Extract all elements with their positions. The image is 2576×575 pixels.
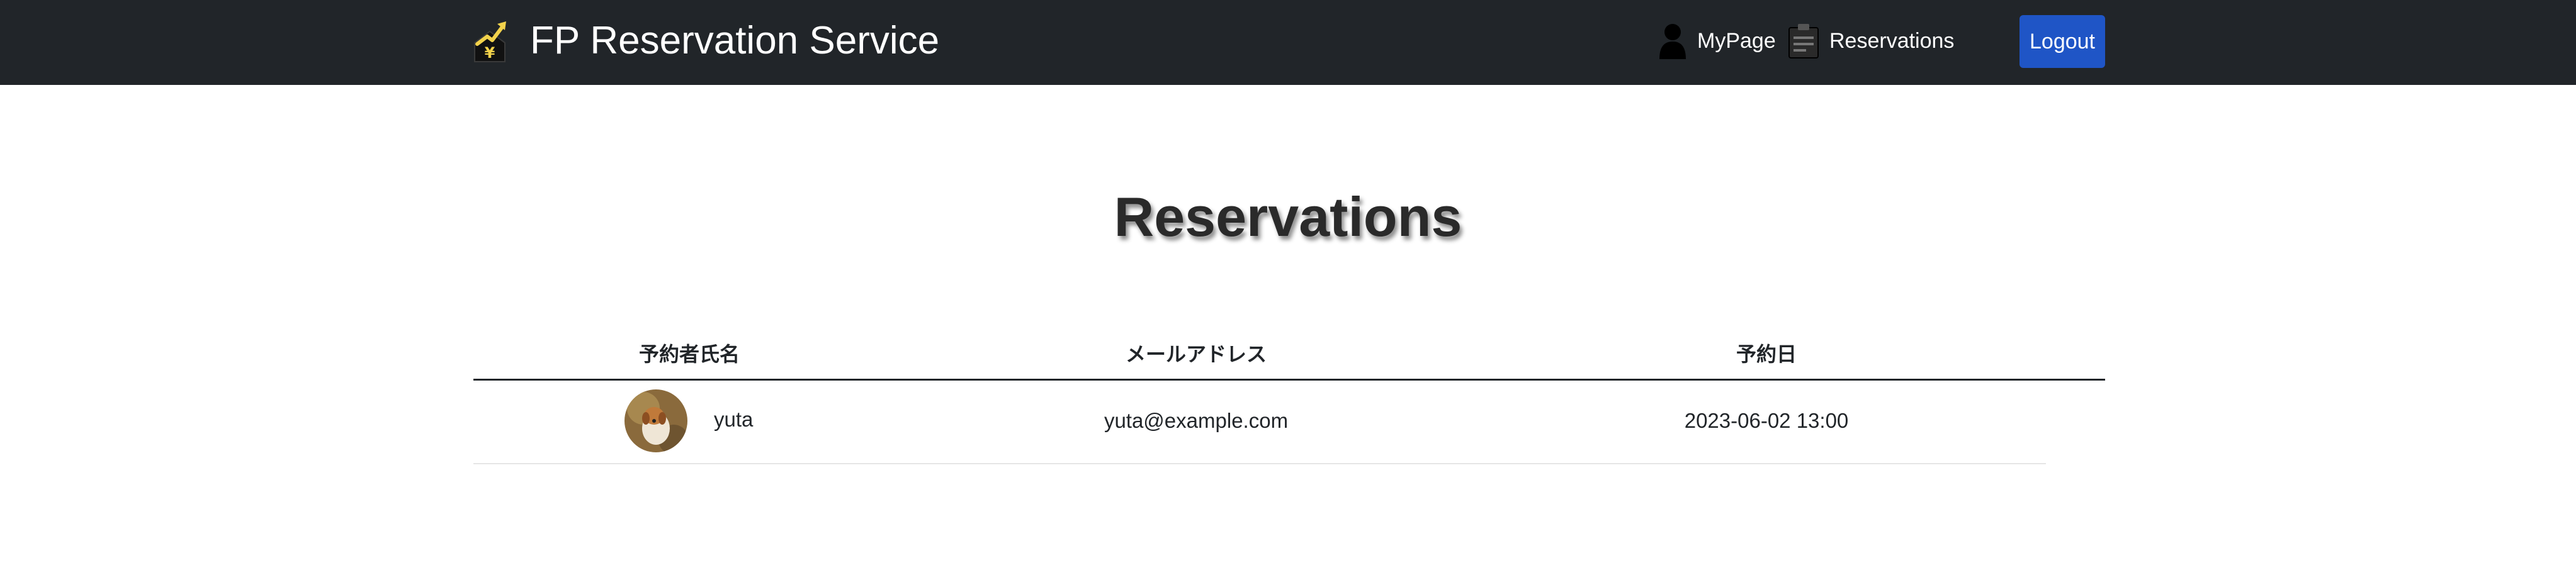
nav-reservations-link[interactable]: Reservations xyxy=(1788,21,1954,60)
avatar xyxy=(624,389,687,452)
top-navbar: ¥ FP Reservation Service MyPage Reservat… xyxy=(0,0,2576,85)
svg-text:¥: ¥ xyxy=(485,44,495,62)
reservation-date-cell: 2023-06-02 13:00 xyxy=(1684,409,1849,432)
nav-reservations-label: Reservations xyxy=(1829,28,1955,53)
column-header-email: メールアドレス xyxy=(1125,343,1267,366)
table-header-divider xyxy=(473,379,2105,381)
reservation-board-icon xyxy=(1788,23,1819,59)
page-title: Reservations xyxy=(1114,186,1462,248)
nav-mypage-link[interactable]: MyPage xyxy=(1658,21,1776,60)
app-title[interactable]: FP Reservation Service xyxy=(530,17,939,65)
table-row-divider xyxy=(473,463,2046,464)
yen-growth-house-icon: ¥ xyxy=(473,19,510,63)
column-header-date: 予約日 xyxy=(1736,343,1797,366)
column-header-name: 予約者氏名 xyxy=(638,343,740,366)
nav-mypage-label: MyPage xyxy=(1697,28,1776,53)
user-icon xyxy=(1658,23,1687,59)
reservation-email-cell: yuta@example.com xyxy=(1104,409,1289,432)
reservation-name-cell: yuta xyxy=(714,408,754,431)
logout-button[interactable]: Logout xyxy=(2020,15,2105,68)
